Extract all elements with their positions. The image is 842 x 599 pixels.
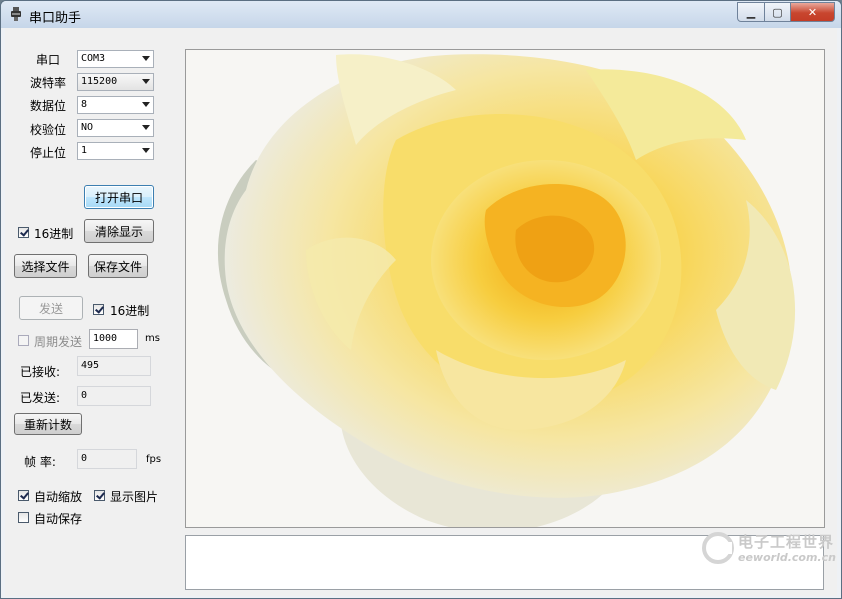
close-icon: ✕ <box>807 5 818 19</box>
chevron-down-icon <box>142 102 150 107</box>
periodic-send-label: 周期发送 <box>34 335 83 349</box>
hex-send-label: 16进制 <box>110 304 150 318</box>
select-file-button[interactable]: 选择文件 <box>14 254 77 278</box>
close-button[interactable]: ✕ <box>791 2 835 22</box>
port-select[interactable]: COM3 <box>77 50 154 68</box>
received-label: 已接收: <box>20 365 61 379</box>
chevron-down-icon <box>142 56 150 61</box>
baud-value: 115200 <box>81 76 118 87</box>
parity-select[interactable]: NO <box>77 119 154 137</box>
minimize-icon: ▁ <box>746 5 756 19</box>
baud-select[interactable]: 115200 <box>77 73 154 91</box>
title-bar[interactable]: 串口助手 ▁ ▢ ✕ <box>1 1 841 28</box>
chevron-down-icon <box>142 125 150 130</box>
maximize-icon: ▢ <box>772 5 783 19</box>
fps-label: 帧 率: <box>24 455 56 469</box>
auto-save-checkbox[interactable] <box>18 512 29 523</box>
app-window: 串口助手 ▁ ▢ ✕ 串口 COM3 波特率 115200 数据位 8 校验位 … <box>0 0 842 599</box>
hex-send-checkbox[interactable] <box>93 304 104 315</box>
auto-save-label: 自动保存 <box>34 512 83 526</box>
chevron-down-icon <box>142 148 150 153</box>
chevron-down-icon <box>142 79 150 84</box>
parity-value: NO <box>81 122 94 133</box>
minimize-button[interactable]: ▁ <box>737 2 765 22</box>
fps-value: 0 <box>77 449 137 469</box>
sent-label: 已发送: <box>20 391 61 405</box>
sent-count: 0 <box>77 386 151 406</box>
window-title: 串口助手 <box>29 11 82 26</box>
databits-value: 8 <box>81 99 88 110</box>
app-icon <box>11 7 21 21</box>
stopbits-select[interactable]: 1 <box>77 142 154 160</box>
port-label: 串口 <box>36 53 61 67</box>
stopbits-label: 停止位 <box>30 146 67 160</box>
send-button[interactable]: 发送 <box>19 296 83 320</box>
maximize-button[interactable]: ▢ <box>765 2 791 22</box>
stopbits-value: 1 <box>81 145 88 156</box>
show-image-checkbox[interactable] <box>94 490 105 501</box>
auto-zoom-label: 自动缩放 <box>34 490 83 504</box>
show-image-label: 显示图片 <box>110 490 159 504</box>
fps-unit: fps <box>146 454 162 465</box>
clear-display-button[interactable]: 清除显示 <box>84 219 154 243</box>
client-area: 串口 COM3 波特率 115200 数据位 8 校验位 NO 停止位 1 打开… <box>5 28 837 596</box>
auto-zoom-checkbox[interactable] <box>18 490 29 501</box>
received-count: 495 <box>77 356 151 376</box>
watermark: 电子工程世界 eeworld.com.cn <box>702 529 837 569</box>
open-port-button[interactable]: 打开串口 <box>84 185 154 209</box>
port-value: COM3 <box>81 53 106 64</box>
period-unit: ms <box>145 333 160 344</box>
watermark-logo-icon <box>702 532 734 564</box>
databits-select[interactable]: 8 <box>77 96 154 114</box>
baud-label: 波特率 <box>30 76 67 90</box>
reset-count-button[interactable]: 重新计数 <box>14 413 82 435</box>
watermark-name: 电子工程世界 <box>738 533 835 551</box>
hex-receive-checkbox[interactable] <box>18 227 29 238</box>
periodic-send-checkbox[interactable] <box>18 335 29 346</box>
parity-label: 校验位 <box>30 123 67 137</box>
watermark-url: eeworld.com.cn <box>738 551 836 564</box>
rose-image <box>217 54 796 527</box>
save-file-button[interactable]: 保存文件 <box>88 254 148 278</box>
period-input[interactable]: 1000 <box>89 329 138 349</box>
databits-label: 数据位 <box>30 99 67 113</box>
hex-receive-label: 16进制 <box>34 227 74 241</box>
image-display <box>185 49 825 528</box>
